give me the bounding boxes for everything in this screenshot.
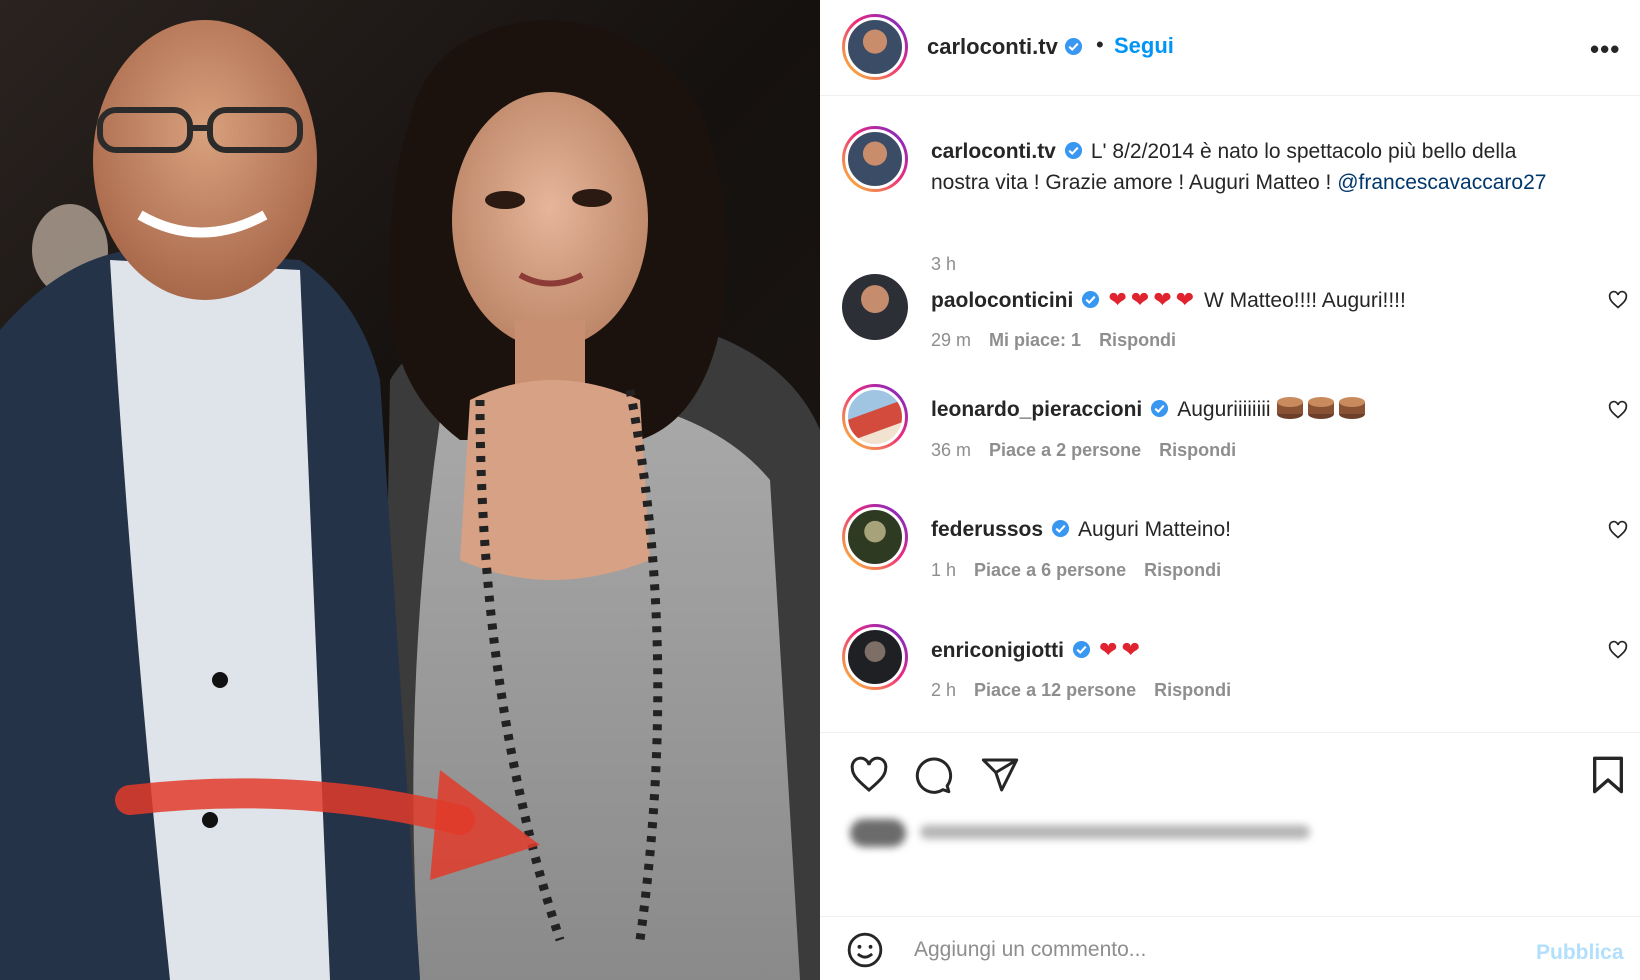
verified-badge-icon bbox=[1064, 141, 1082, 160]
comment-meta: 1 h Piace a 6 persone Rispondi bbox=[931, 560, 1239, 581]
red-heart-emoji-icon: ❤ bbox=[1108, 287, 1127, 312]
bookmark-icon[interactable] bbox=[1590, 755, 1626, 795]
comment-like-heart-icon[interactable] bbox=[1608, 640, 1628, 660]
comment-meta: 2 h Piace a 12 persone Rispondi bbox=[931, 680, 1249, 701]
comment-time[interactable]: 36 m bbox=[931, 440, 971, 460]
comment-like-heart-icon[interactable] bbox=[1608, 400, 1628, 420]
comment-time[interactable]: 29 m bbox=[931, 330, 971, 350]
caption-meta: 3 h bbox=[931, 254, 974, 275]
comment-likes[interactable]: Piace a 12 persone bbox=[974, 680, 1136, 700]
red-heart-emoji-icon: ❤ bbox=[1130, 287, 1150, 312]
reply-button[interactable]: Rispondi bbox=[1154, 680, 1231, 700]
comments-list[interactable]: carloconti.tv L' 8/2/2014 è nato lo spett… bbox=[820, 96, 1640, 732]
comment-composer: Pubblica bbox=[820, 916, 1640, 980]
author-avatar[interactable] bbox=[842, 14, 908, 80]
caption-mention-link[interactable]: @francescavaccaro27 bbox=[1337, 171, 1546, 194]
red-heart-emoji-icon: ❤ bbox=[1175, 287, 1195, 312]
cake-emoji-icon bbox=[1339, 397, 1366, 419]
comment-body: Auguriiiiiiii bbox=[1177, 398, 1271, 421]
follow-button[interactable]: Segui bbox=[1114, 33, 1174, 59]
post-side-panel: carloconti.tv • Segui ••• carloconti.tv L… bbox=[820, 0, 1640, 980]
comment-likes[interactable]: Piace a 6 persone bbox=[974, 560, 1126, 580]
red-heart-emoji-icon: ❤ bbox=[1121, 637, 1140, 662]
header-separator: • bbox=[1096, 32, 1104, 57]
reply-button[interactable]: Rispondi bbox=[1144, 560, 1221, 580]
comment-avatar[interactable] bbox=[842, 504, 908, 570]
author-username[interactable]: carloconti.tv bbox=[927, 34, 1083, 60]
publish-button[interactable]: Pubblica bbox=[1536, 941, 1624, 965]
comment-username[interactable]: paoloconticini bbox=[931, 289, 1073, 312]
cake-emoji-icon bbox=[1277, 397, 1304, 419]
verified-badge-icon bbox=[1064, 37, 1082, 56]
comment-like-heart-icon[interactable] bbox=[1608, 520, 1628, 540]
comment-like-heart-icon[interactable] bbox=[1608, 290, 1628, 310]
caption-text: carloconti.tv L' 8/2/2014 è nato lo spett… bbox=[931, 136, 1571, 198]
heart-icon[interactable] bbox=[848, 755, 890, 795]
more-options-icon[interactable]: ••• bbox=[1590, 34, 1620, 65]
comment-username[interactable]: leonardo_pieraccioni bbox=[931, 398, 1142, 421]
comment-text: enriconigiotti ❤ ❤ bbox=[931, 634, 1571, 666]
author-username-text[interactable]: carloconti.tv bbox=[927, 34, 1058, 59]
comment-likes[interactable]: Mi piace: 1 bbox=[989, 330, 1081, 350]
cake-emoji-icon bbox=[1308, 397, 1335, 419]
verified-badge-icon bbox=[1151, 399, 1169, 418]
red-heart-emoji-icon: ❤ bbox=[1153, 287, 1172, 312]
comment-text: paoloconticini ❤ ❤ ❤ ❤ W Matteo!!!! Auguri!!… bbox=[931, 284, 1571, 316]
comment-body: Auguri Matteino! bbox=[1078, 518, 1231, 541]
comment-avatar[interactable] bbox=[842, 384, 908, 450]
comment-username[interactable]: federussos bbox=[931, 518, 1043, 541]
post-photo[interactable] bbox=[0, 0, 820, 980]
comment-text: leonardo_pieraccioni Auguriiiiiiii bbox=[931, 394, 1571, 425]
comment-time[interactable]: 1 h bbox=[931, 560, 956, 580]
comment-icon[interactable] bbox=[913, 755, 953, 795]
verified-badge-icon bbox=[1082, 290, 1100, 309]
comment-meta: 36 m Piace a 2 persone Rispondi bbox=[931, 440, 1254, 461]
comment-text: federussos Auguri Matteino! bbox=[931, 514, 1571, 545]
caption-avatar[interactable] bbox=[842, 126, 908, 192]
post-photo-illustration bbox=[0, 20, 820, 980]
comment-meta: 29 m Mi piace: 1 Rispondi bbox=[931, 330, 1194, 351]
smiley-icon[interactable] bbox=[846, 931, 884, 969]
verified-badge-icon bbox=[1051, 519, 1070, 538]
red-heart-emoji-icon: ❤ bbox=[1099, 637, 1118, 662]
caption-time[interactable]: 3 h bbox=[931, 254, 956, 274]
caption-username[interactable]: carloconti.tv bbox=[931, 140, 1056, 163]
post-header: carloconti.tv • Segui ••• bbox=[820, 0, 1640, 96]
comment-time[interactable]: 2 h bbox=[931, 680, 956, 700]
comment-input[interactable] bbox=[912, 929, 1476, 971]
comment-body: W Matteo!!!! Auguri!!!! bbox=[1203, 289, 1406, 312]
likes-summary-blurred bbox=[850, 815, 1310, 849]
comment-avatar[interactable] bbox=[842, 624, 908, 690]
reply-button[interactable]: Rispondi bbox=[1159, 440, 1236, 460]
reply-button[interactable]: Rispondi bbox=[1099, 330, 1176, 350]
paper-plane-icon[interactable] bbox=[980, 755, 1020, 795]
comment-likes[interactable]: Piace a 2 persone bbox=[989, 440, 1141, 460]
verified-badge-icon bbox=[1072, 640, 1091, 659]
comment-avatar[interactable] bbox=[842, 274, 908, 340]
comment-username[interactable]: enriconigiotti bbox=[931, 639, 1064, 662]
